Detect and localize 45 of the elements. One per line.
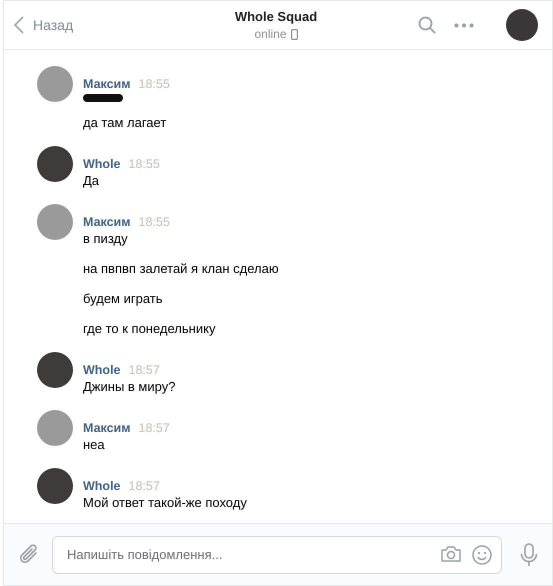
more-icon [454,22,474,28]
camera-button[interactable] [440,544,462,564]
message-text: да там лагает [83,114,168,132]
message-input[interactable]: Напишіть повідомлення... [52,536,502,574]
author-name[interactable]: Whole [83,478,120,494]
message-text: где то к понедельнику [83,320,216,338]
author-name[interactable]: Максим [83,76,130,92]
microphone-icon [520,542,538,566]
message-text: будем играть [83,290,164,308]
camera-icon [440,544,462,562]
author-name[interactable]: Максим [83,214,130,230]
author-name[interactable]: Whole [83,156,120,172]
emoji-button[interactable] [472,544,492,564]
chat-avatar[interactable] [506,9,538,41]
message-time: 18:55 [138,214,170,230]
user-avatar [37,468,73,504]
search-icon [418,16,436,34]
user-avatar [37,410,73,446]
voice-button[interactable] [520,542,538,566]
author-name[interactable]: Максим [83,420,130,436]
more-button[interactable] [454,22,474,28]
user-avatar [37,66,73,102]
user-avatar [37,352,73,388]
phone-icon [290,28,298,40]
user-avatar [37,204,73,240]
message-time: 18:57 [138,420,170,436]
message-text: на пвпвп залетай я клан сделаю [83,260,279,278]
message-time: 18:55 [138,76,170,92]
chevron-left-icon [14,16,24,34]
chat-title: Whole Squad [234,9,318,24]
message-text: Да [83,172,100,190]
message-time: 18:57 [128,362,160,378]
message-text: Мой ответ такой-же походу [83,494,247,512]
smiley-icon [472,544,492,564]
message-text: неа [83,436,106,454]
message-text: Джины в миру? [83,378,176,396]
message-time: 18:55 [128,156,160,172]
back-button[interactable]: Назад [14,16,194,34]
search-button[interactable] [418,16,436,34]
author-name[interactable]: Whole [83,362,120,378]
user-avatar [37,146,73,182]
status-text: online [254,27,287,41]
message-text: в пизду [83,230,129,248]
message-time: 18:57 [128,478,160,494]
redaction-mark [83,94,123,102]
